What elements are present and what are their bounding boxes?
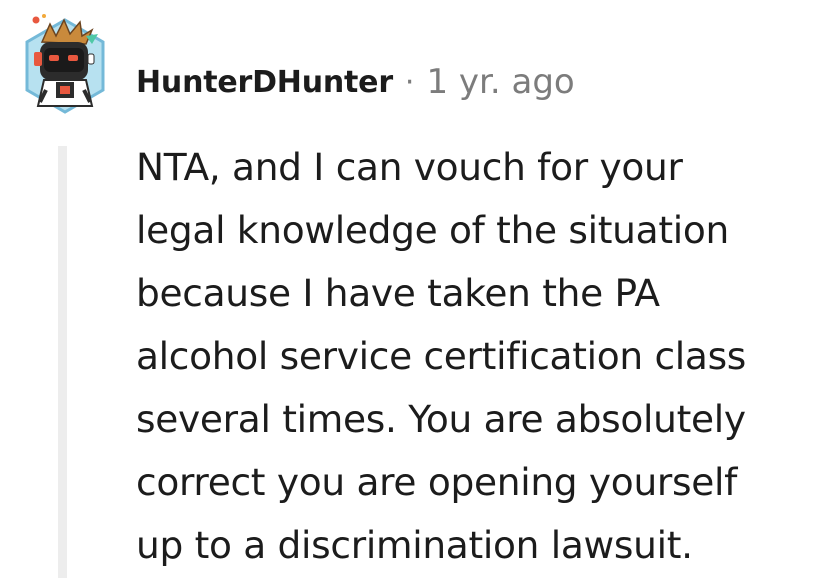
comment-body-line: alcohol service certification class xyxy=(136,334,747,378)
comment-body-line: correct you are opening yourself xyxy=(136,460,738,504)
comment-body: NTA, and I can vouch for your legal know… xyxy=(136,136,826,577)
thread-line[interactable] xyxy=(58,146,67,578)
comment-body-line: up to a discrimination lawsuit. xyxy=(136,523,693,567)
comment-body-line: several times. You are absolutely xyxy=(136,397,746,441)
author-username[interactable]: HunterDHunter xyxy=(136,65,393,100)
comment-body-line: NTA, and I can vouch for your xyxy=(136,145,683,189)
user-avatar[interactable] xyxy=(22,14,108,118)
meta-separator: · xyxy=(404,64,415,100)
comment-body-line: because I have taken the PA xyxy=(136,271,660,315)
comment-body-line: legal knowledge of the situation xyxy=(136,208,729,252)
comment-timestamp[interactable]: 1 yr. ago xyxy=(426,62,574,102)
comment: HunterDHunter · 1 yr. ago NTA, and I can… xyxy=(0,0,840,578)
robot-avatar-icon xyxy=(25,14,105,114)
comment-meta: HunterDHunter · 1 yr. ago xyxy=(136,60,575,104)
